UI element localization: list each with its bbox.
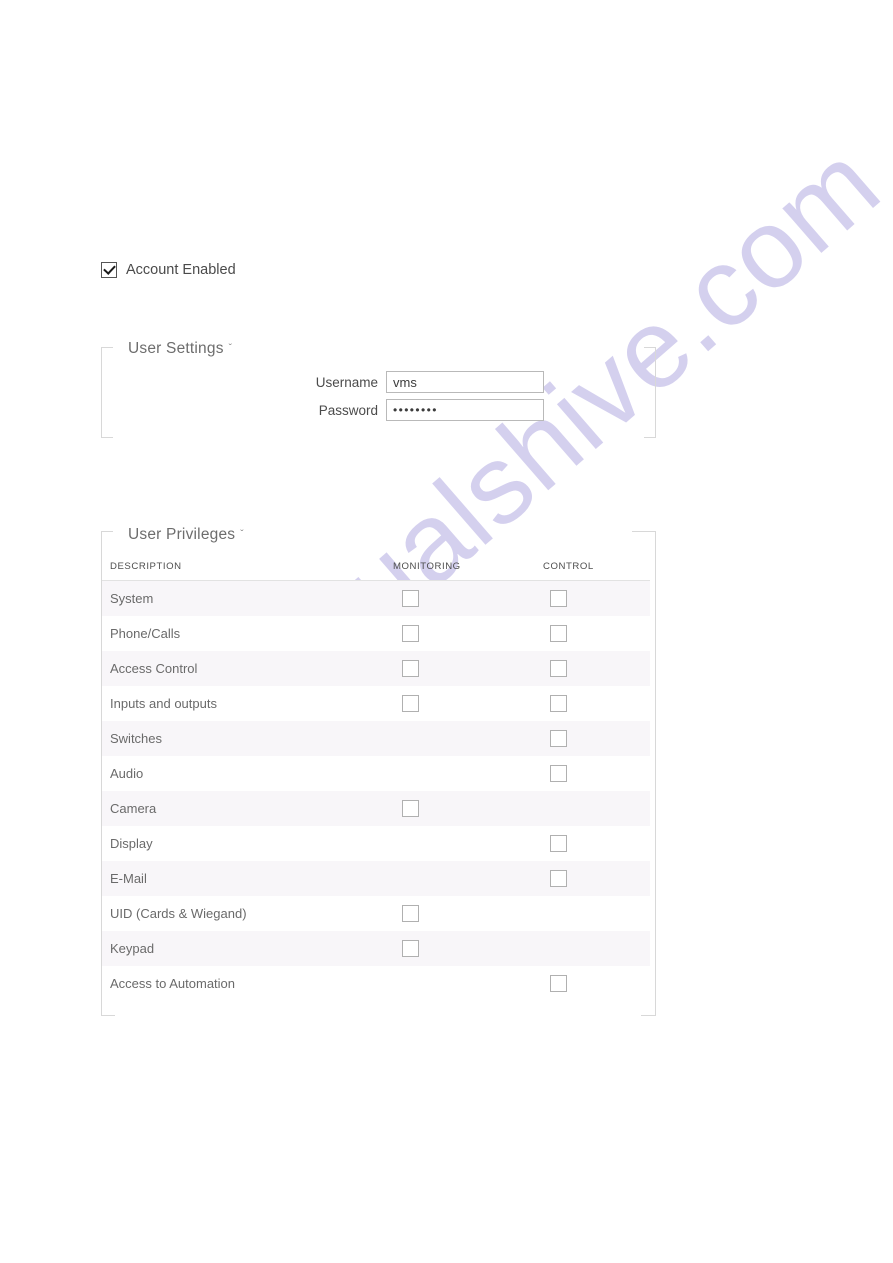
table-row: Switches [102, 721, 650, 756]
privilege-description: UID (Cards & Wiegand) [110, 906, 247, 921]
privilege-control-cell[interactable] [550, 616, 567, 651]
panel-border-bottom [644, 437, 656, 438]
privilege-control-cell[interactable] [550, 826, 567, 861]
table-row: UID (Cards & Wiegand) [102, 896, 650, 931]
table-row: System [102, 581, 650, 616]
user-settings-title[interactable]: User Settings ˇ [128, 340, 232, 358]
privilege-control-cell[interactable] [550, 861, 567, 896]
user-privileges-title[interactable]: User Privileges ˇ [128, 526, 244, 544]
privilege-description: Switches [110, 731, 163, 746]
panel-border-bottom [101, 437, 113, 438]
privilege-description: Inputs and outputs [110, 696, 217, 711]
panel-border-top [101, 531, 113, 532]
column-header-monitoring: MONITORING [393, 561, 461, 572]
account-enabled-checkbox[interactable] [101, 262, 117, 278]
privilege-monitoring-checkbox[interactable] [402, 905, 419, 922]
table-row: Access Control [102, 651, 650, 686]
user-privileges-title-text: User Privileges [128, 526, 236, 543]
privilege-monitoring-cell[interactable] [402, 931, 419, 966]
table-row: E-Mail [102, 861, 650, 896]
privilege-description: Access Control [110, 661, 198, 676]
table-row: Inputs and outputs [102, 686, 650, 721]
privilege-monitoring-checkbox[interactable] [402, 625, 419, 642]
privilege-control-checkbox[interactable] [550, 660, 567, 677]
user-privileges-table: DESCRIPTION MONITORING CONTROL System Pho… [102, 556, 650, 1001]
privilege-control-cell[interactable] [550, 966, 567, 1001]
user-settings-title-text: User Settings [128, 340, 224, 357]
privilege-control-cell[interactable] [550, 686, 567, 721]
privilege-monitoring-cell[interactable] [402, 896, 419, 931]
chevron-down-icon[interactable]: ˇ [240, 529, 244, 540]
table-row: Access to Automation [102, 966, 650, 1001]
privilege-monitoring-checkbox[interactable] [402, 660, 419, 677]
password-field-row: Password [283, 399, 544, 421]
privilege-control-checkbox[interactable] [550, 975, 567, 992]
privilege-control-checkbox[interactable] [550, 625, 567, 642]
privilege-description: Phone/Calls [110, 626, 181, 641]
column-header-control: CONTROL [543, 561, 594, 572]
privilege-control-checkbox[interactable] [550, 730, 567, 747]
privilege-monitoring-cell[interactable] [402, 581, 419, 616]
table-row: Phone/Calls [102, 616, 650, 651]
page-canvas: manualshive.com Account Enabled User Set… [0, 0, 893, 1263]
username-field-row: Username [283, 371, 544, 393]
panel-border-right [655, 347, 656, 438]
privilege-monitoring-cell[interactable] [402, 791, 419, 826]
privilege-description: Access to Automation [110, 976, 236, 991]
privilege-control-checkbox[interactable] [550, 765, 567, 782]
table-row: Keypad [102, 931, 650, 966]
panel-border-top [644, 347, 656, 348]
privilege-description: Display [110, 836, 153, 851]
privilege-description: System [110, 591, 154, 606]
privilege-description: Keypad [110, 941, 155, 956]
privilege-monitoring-checkbox[interactable] [402, 590, 419, 607]
privilege-control-checkbox[interactable] [550, 695, 567, 712]
privilege-control-cell[interactable] [550, 581, 567, 616]
privilege-control-cell[interactable] [550, 756, 567, 791]
privilege-description: Camera [110, 801, 157, 816]
column-header-description: DESCRIPTION [110, 561, 182, 572]
account-enabled-label: Account Enabled [126, 261, 236, 278]
privilege-monitoring-cell[interactable] [402, 651, 419, 686]
username-label: Username [315, 374, 378, 390]
password-input[interactable] [386, 399, 544, 421]
panel-border-left [101, 347, 102, 438]
table-row: Camera [102, 791, 650, 826]
table-row: Display [102, 826, 650, 861]
chevron-down-icon[interactable]: ˇ [229, 343, 233, 354]
privilege-monitoring-checkbox[interactable] [402, 695, 419, 712]
table-row: Audio [102, 756, 650, 791]
privilege-control-checkbox[interactable] [550, 590, 567, 607]
privilege-control-cell[interactable] [550, 721, 567, 756]
privilege-description: Audio [110, 766, 144, 781]
account-enabled-row[interactable]: Account Enabled [101, 262, 236, 278]
privilege-monitoring-checkbox[interactable] [402, 800, 419, 817]
privilege-monitoring-cell[interactable] [402, 686, 419, 721]
privilege-monitoring-checkbox[interactable] [402, 940, 419, 957]
table-header-row: DESCRIPTION MONITORING CONTROL [102, 556, 650, 581]
panel-border-top [101, 347, 113, 348]
username-input[interactable] [386, 371, 544, 393]
privilege-control-checkbox[interactable] [550, 835, 567, 852]
privilege-control-cell[interactable] [550, 651, 567, 686]
panel-border-bottom [641, 1015, 656, 1016]
panel-border-right [655, 531, 656, 1015]
privilege-description: E-Mail [110, 871, 147, 886]
panel-border-top [632, 531, 656, 532]
password-label: Password [318, 402, 378, 418]
privilege-monitoring-cell[interactable] [402, 616, 419, 651]
table-body: System Phone/Calls Access Control Inputs an… [102, 581, 650, 1001]
privilege-control-checkbox[interactable] [550, 870, 567, 887]
panel-border-bottom [101, 1015, 115, 1016]
